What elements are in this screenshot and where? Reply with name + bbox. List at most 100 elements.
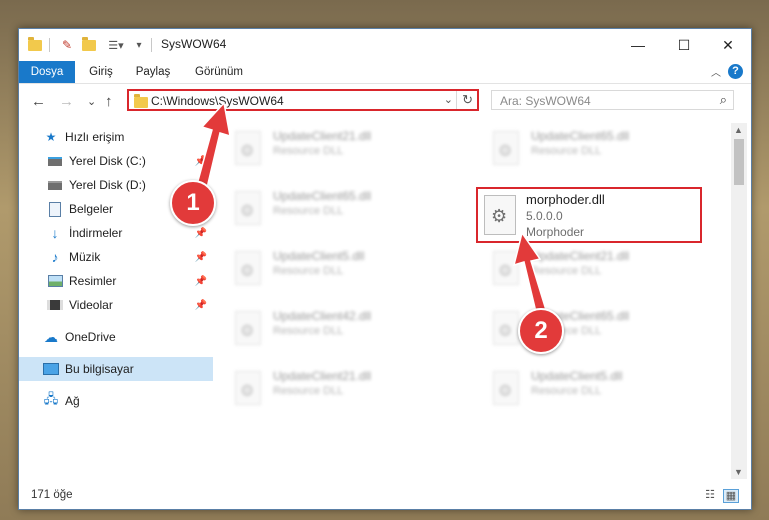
sidebar-item-videos[interactable]: Videolar 📌 xyxy=(19,293,213,317)
pin-icon[interactable]: 📌 xyxy=(195,156,207,167)
maximize-button[interactable]: ☐ xyxy=(661,29,707,61)
forward-button[interactable]: → xyxy=(59,93,74,110)
search-input[interactable] xyxy=(500,93,700,108)
file-tile[interactable]: UpdateClient21.dll Resource DLL xyxy=(225,365,435,415)
address-input[interactable] xyxy=(151,93,441,109)
file-description: Resource DLL xyxy=(531,385,602,397)
chevron-down-icon[interactable]: ▾ xyxy=(133,37,145,53)
tab-paylas[interactable]: Paylaş xyxy=(129,61,177,83)
properties-icon[interactable]: ✎ xyxy=(59,37,75,53)
file-description: Resource DLL xyxy=(531,265,602,277)
file-tile[interactable]: UpdateClient65.dll Resource DLL xyxy=(225,185,435,235)
dll-file-icon xyxy=(493,311,519,345)
sidebar-item-label: İndirmeler xyxy=(69,226,123,240)
navigation-pane: ★ Hızlı erişim Yerel Disk (C:) 📌 Yerel D… xyxy=(19,125,213,479)
star-icon: ★ xyxy=(45,130,57,144)
pin-icon[interactable]: 📌 xyxy=(195,276,207,287)
pin-icon[interactable]: 📌 xyxy=(195,300,207,311)
file-tile[interactable]: UpdateClient65.dll Resource DLL xyxy=(483,125,693,175)
sidebar-item-downloads[interactable]: ↓ İndirmeler 📌 xyxy=(19,221,213,245)
computer-icon xyxy=(43,362,59,376)
download-icon: ↓ xyxy=(51,225,59,241)
divider xyxy=(49,38,50,52)
sidebar-item-label: Yerel Disk (C:) xyxy=(69,154,146,168)
file-description: Resource DLL xyxy=(273,145,344,157)
title-bar: ✎ ☰▾ ▾ SysWOW64 — ☐ ✕ xyxy=(19,29,751,61)
tab-giris[interactable]: Giriş xyxy=(81,61,121,83)
drive-icon xyxy=(47,178,63,192)
sidebar-item-label: Ağ xyxy=(65,394,80,408)
folder-icon xyxy=(134,94,148,108)
dll-file-icon xyxy=(493,131,519,165)
network-icon: 🖧 xyxy=(43,391,59,406)
dll-file-icon xyxy=(235,251,261,285)
sidebar-item-label: Resimler xyxy=(69,274,117,288)
search-icon[interactable]: ⌕ xyxy=(720,92,727,108)
divider xyxy=(456,91,457,109)
new-folder-icon[interactable] xyxy=(81,36,97,53)
file-tile[interactable]: UpdateClient5.dll Resource DLL xyxy=(225,245,435,295)
file-description: Resource DLL xyxy=(273,325,344,337)
sidebar-item-onedrive[interactable]: ☁ OneDrive xyxy=(19,325,213,349)
file-description: Resource DLL xyxy=(273,385,344,397)
videos-icon xyxy=(47,298,63,312)
recent-locations-button[interactable]: ⌄ xyxy=(87,95,96,108)
highlighted-file-tile[interactable]: morphoder.dll 5.0.0.0 Morphoder xyxy=(476,187,702,243)
pin-icon[interactable]: 📌 xyxy=(195,252,207,263)
vertical-scrollbar[interactable]: ▲ ▼ xyxy=(731,123,747,479)
file-tile[interactable]: UpdateClient65.dll Resource DLL xyxy=(483,305,693,355)
address-bar[interactable]: ⌄ ↻ xyxy=(127,89,479,111)
explorer-window: ✎ ☰▾ ▾ SysWOW64 — ☐ ✕ Dosya Giriş Paylaş… xyxy=(18,28,752,510)
file-description: Morphoder xyxy=(526,225,585,239)
file-version: 5.0.0.0 xyxy=(526,209,563,223)
documents-icon xyxy=(47,201,63,217)
sidebar-item-label: Hızlı erişim xyxy=(65,130,125,144)
up-button[interactable]: ↑ xyxy=(105,93,113,110)
close-button[interactable]: ✕ xyxy=(705,29,751,61)
scroll-down-icon[interactable]: ▼ xyxy=(734,467,743,477)
customize-toolbar-icon[interactable]: ☰▾ xyxy=(105,37,127,53)
tab-gorunum[interactable]: Görünüm xyxy=(187,61,251,83)
expand-ribbon-icon[interactable]: ︿ xyxy=(711,64,721,79)
file-name: UpdateClient65.dll xyxy=(531,129,630,143)
search-box[interactable]: ⌕ xyxy=(491,90,734,110)
navigation-bar: ← → ⌄ ↑ ⌄ ↻ ⌕ xyxy=(19,84,751,120)
file-tile[interactable]: UpdateClient5.dll Resource DLL xyxy=(483,365,693,415)
drive-icon xyxy=(47,154,63,168)
ribbon-tabs: Dosya Giriş Paylaş Görünüm ︿ ? xyxy=(19,61,751,84)
sidebar-item-quick-access[interactable]: ★ Hızlı erişim xyxy=(19,125,213,149)
sidebar-item-network[interactable]: 🖧 Ağ xyxy=(19,389,213,413)
minimize-button[interactable]: — xyxy=(615,29,661,61)
sidebar-item-music[interactable]: ♪ Müzik 📌 xyxy=(19,245,213,269)
refresh-icon[interactable]: ↻ xyxy=(462,92,473,108)
pin-icon[interactable]: 📌 xyxy=(195,228,207,239)
dll-file-icon xyxy=(235,371,261,405)
sidebar-item-pictures[interactable]: Resimler 📌 xyxy=(19,269,213,293)
step-1-badge: 1 xyxy=(170,180,216,226)
dll-file-icon xyxy=(493,251,519,285)
tab-dosya[interactable]: Dosya xyxy=(19,61,75,83)
sidebar-item-label: Müzik xyxy=(69,250,101,264)
sidebar-item-label: Belgeler xyxy=(69,202,114,216)
file-tile[interactable]: UpdateClient21.dll Resource DLL xyxy=(483,245,693,295)
file-tile[interactable]: UpdateClient42.dll Resource DLL xyxy=(225,305,435,355)
back-button[interactable]: ← xyxy=(31,93,46,110)
pictures-icon xyxy=(47,274,63,288)
tiles-view-icon[interactable]: ▦ xyxy=(723,489,739,503)
scrollbar-thumb[interactable] xyxy=(734,139,744,185)
help-icon[interactable]: ? xyxy=(728,64,743,79)
chevron-down-icon[interactable]: ⌄ xyxy=(444,93,453,106)
folder-icon[interactable] xyxy=(27,36,43,53)
dll-file-icon xyxy=(235,191,261,225)
sidebar-item-disk-c[interactable]: Yerel Disk (C:) 📌 xyxy=(19,149,213,173)
details-view-icon[interactable]: ☷ xyxy=(703,489,717,501)
file-tile[interactable]: UpdateClient21.dll Resource DLL xyxy=(225,125,435,175)
file-description: Resource DLL xyxy=(273,205,344,217)
scroll-up-icon[interactable]: ▲ xyxy=(734,125,743,135)
file-description: Resource DLL xyxy=(531,145,602,157)
sidebar-item-label: Bu bilgisayar xyxy=(65,362,134,376)
sidebar-item-this-pc[interactable]: Bu bilgisayar xyxy=(19,357,213,381)
sidebar-item-label: OneDrive xyxy=(65,330,116,344)
file-name: UpdateClient21.dll xyxy=(273,129,372,143)
cloud-icon: ☁ xyxy=(44,328,58,345)
